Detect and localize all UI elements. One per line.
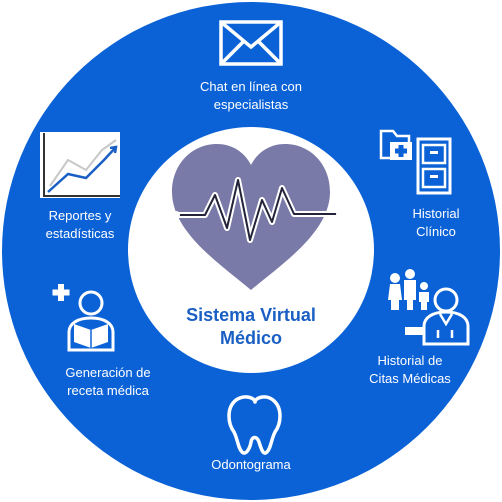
module-line2: Clínico <box>416 224 456 239</box>
module-line1: Odontograma <box>211 457 291 472</box>
module-label-receta: Generación de receta médica <box>40 364 176 400</box>
module-label-reportes: Reportes y estadísticas <box>20 207 140 243</box>
module-line1: Generación de <box>65 365 151 380</box>
module-line1: Historial <box>412 206 460 221</box>
module-line2: receta médica <box>67 383 149 398</box>
module-label-historial-citas: Historial de Citas Médicas <box>354 352 466 388</box>
module-line1: Reportes y <box>48 208 112 223</box>
module-label-odontograma: Odontograma <box>191 456 311 474</box>
diagram-graphic <box>2 2 500 500</box>
center-title: Sistema Virtual Médico <box>141 304 361 350</box>
module-label-chat: Chat en línea con especialistas <box>165 78 337 114</box>
module-line1: Historial de <box>377 353 443 368</box>
module-line1: Chat en línea con <box>200 79 302 94</box>
center-title-line2: Médico <box>219 328 282 348</box>
module-label-historial-clinico: Historial Clínico <box>386 205 486 241</box>
module-line2: Citas Médicas <box>369 371 451 386</box>
module-line2: estadísticas <box>45 226 115 241</box>
center-title-line1: Sistema Virtual <box>186 305 316 325</box>
line-chart-icon <box>40 132 120 198</box>
diagram: Chat en línea con especialistas Historia… <box>0 0 502 502</box>
module-line2: especialistas <box>213 97 289 112</box>
